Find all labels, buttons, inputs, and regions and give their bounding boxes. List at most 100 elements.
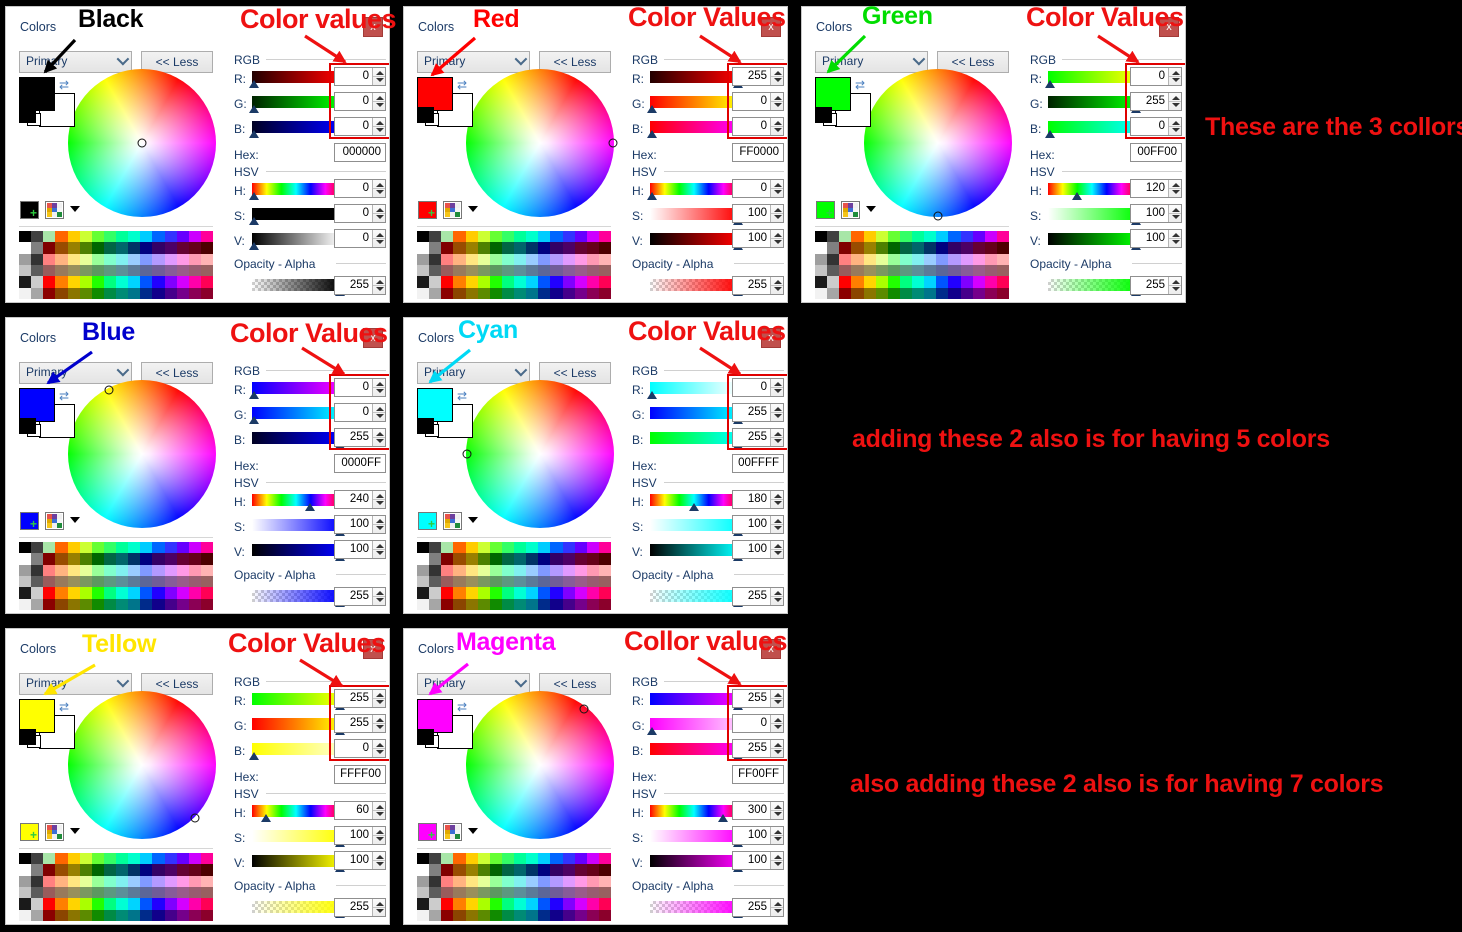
- channel-b-slider-thumb[interactable]: [248, 752, 259, 760]
- palette-swatch[interactable]: [465, 553, 478, 565]
- palette-swatch[interactable]: [477, 264, 490, 277]
- palette-swatch[interactable]: [429, 575, 442, 588]
- palette-swatch[interactable]: [477, 853, 490, 865]
- swap-colors-icon[interactable]: ⇄: [457, 700, 467, 714]
- color-wheel-cursor[interactable]: [579, 704, 589, 714]
- palette-swatch[interactable]: [152, 276, 165, 288]
- palette-swatch[interactable]: [188, 287, 201, 299]
- palette-picker-button[interactable]: [45, 823, 64, 841]
- channel-s-slider[interactable]: [252, 519, 340, 531]
- palette-swatch[interactable]: [116, 264, 129, 277]
- palette-swatch[interactable]: [429, 909, 442, 921]
- palette-swatch[interactable]: [103, 909, 116, 921]
- channel-v-slider[interactable]: [650, 544, 738, 556]
- palette-swatch[interactable]: [489, 564, 502, 576]
- alpha-value-input[interactable]: 255: [732, 276, 784, 295]
- palette-swatch[interactable]: [140, 587, 153, 599]
- palette-swatch[interactable]: [598, 853, 611, 865]
- palette-swatch[interactable]: [586, 231, 599, 243]
- channel-g-slider-thumb[interactable]: [248, 416, 259, 424]
- palette-swatch[interactable]: [19, 231, 32, 243]
- palette-swatch[interactable]: [465, 886, 478, 899]
- palette-swatch[interactable]: [67, 253, 80, 265]
- palette-swatch[interactable]: [152, 864, 165, 876]
- palette-swatch[interactable]: [538, 598, 551, 610]
- g-value-input-spinner[interactable]: [770, 93, 783, 110]
- palette-swatch[interactable]: [152, 542, 165, 554]
- palette-swatch[interactable]: [550, 242, 563, 254]
- palette-swatch[interactable]: [912, 276, 925, 288]
- palette-swatch[interactable]: [19, 886, 32, 899]
- g-value-input-spinner[interactable]: [372, 715, 385, 732]
- spinner-up-icon[interactable]: [774, 693, 782, 697]
- palette-swatch[interactable]: [19, 564, 32, 576]
- palette-swatch[interactable]: [574, 886, 587, 899]
- palette-swatch[interactable]: [477, 287, 490, 299]
- palette-swatch[interactable]: [19, 542, 32, 554]
- palette-swatch[interactable]: [128, 553, 141, 565]
- spinner-up-icon[interactable]: [774, 718, 782, 722]
- spinner-down-icon[interactable]: [376, 812, 384, 816]
- palette-swatch[interactable]: [441, 909, 454, 921]
- channel-v-slider[interactable]: [252, 544, 340, 556]
- spinner-up-icon[interactable]: [1172, 121, 1180, 125]
- palette-swatch[interactable]: [79, 231, 92, 243]
- palette-swatch[interactable]: [586, 575, 599, 588]
- palette-swatch[interactable]: [598, 587, 611, 599]
- palette-swatch[interactable]: [116, 231, 129, 243]
- palette-swatch[interactable]: [477, 276, 490, 288]
- spinner-up-icon[interactable]: [376, 902, 384, 906]
- palette-swatch[interactable]: [912, 231, 925, 243]
- spinner-up-icon[interactable]: [774, 183, 782, 187]
- palette-swatch[interactable]: [948, 231, 961, 243]
- palette-swatch[interactable]: [152, 553, 165, 565]
- palette-swatch[interactable]: [19, 864, 32, 876]
- b-value-input[interactable]: 255: [732, 739, 784, 758]
- palette-swatch[interactable]: [538, 276, 551, 288]
- palette-swatch[interactable]: [887, 231, 900, 243]
- palette-swatch[interactable]: [140, 575, 153, 588]
- palette-mini-black-swatch[interactable]: [417, 418, 434, 434]
- palette-swatch[interactable]: [429, 587, 442, 599]
- palette-swatch[interactable]: [200, 564, 213, 576]
- palette-swatch[interactable]: [152, 853, 165, 865]
- palette-swatch[interactable]: [31, 853, 44, 865]
- palette-swatch[interactable]: [164, 231, 177, 243]
- palette-picker-button[interactable]: [45, 201, 64, 219]
- channel-r-slider-thumb[interactable]: [646, 391, 657, 399]
- palette-swatch[interactable]: [465, 575, 478, 588]
- palette-mini-black-swatch[interactable]: [19, 729, 36, 745]
- spinner-up-icon[interactable]: [1172, 96, 1180, 100]
- channel-v-slider[interactable]: [650, 233, 738, 245]
- palette-swatch[interactable]: [43, 886, 56, 899]
- palette-swatch[interactable]: [453, 853, 466, 865]
- channel-h-slider-thumb[interactable]: [248, 192, 259, 200]
- h-value-input-spinner[interactable]: [372, 491, 385, 508]
- palette-swatch[interactable]: [55, 909, 68, 921]
- palette-swatch[interactable]: [164, 575, 177, 588]
- palette-swatch[interactable]: [67, 886, 80, 899]
- palette-swatch[interactable]: [188, 575, 201, 588]
- palette-swatch[interactable]: [465, 898, 478, 910]
- palette-swatch[interactable]: [562, 542, 575, 554]
- channel-b-slider[interactable]: [650, 121, 738, 133]
- palette-swatch[interactable]: [176, 264, 189, 277]
- b-value-input-spinner[interactable]: [372, 429, 385, 446]
- s-value-input-spinner[interactable]: [372, 205, 385, 222]
- palette-swatch[interactable]: [19, 264, 32, 277]
- channel-g-slider[interactable]: [650, 718, 738, 730]
- h-value-input[interactable]: 180: [732, 490, 784, 509]
- palette-swatch[interactable]: [526, 553, 539, 565]
- palette-swatch[interactable]: [441, 575, 454, 588]
- palette-swatch[interactable]: [200, 853, 213, 865]
- palette-swatch[interactable]: [19, 287, 32, 299]
- palette-swatch[interactable]: [429, 542, 442, 554]
- spinner-down-icon[interactable]: [774, 862, 782, 866]
- palette-swatch[interactable]: [972, 231, 985, 243]
- palette-swatch[interactable]: [176, 853, 189, 865]
- palette-swatch[interactable]: [453, 564, 466, 576]
- spinner-up-icon[interactable]: [774, 280, 782, 284]
- spinner-up-icon[interactable]: [376, 432, 384, 436]
- alpha-value-input-spinner[interactable]: [372, 588, 385, 605]
- color-wheel[interactable]: [466, 691, 614, 839]
